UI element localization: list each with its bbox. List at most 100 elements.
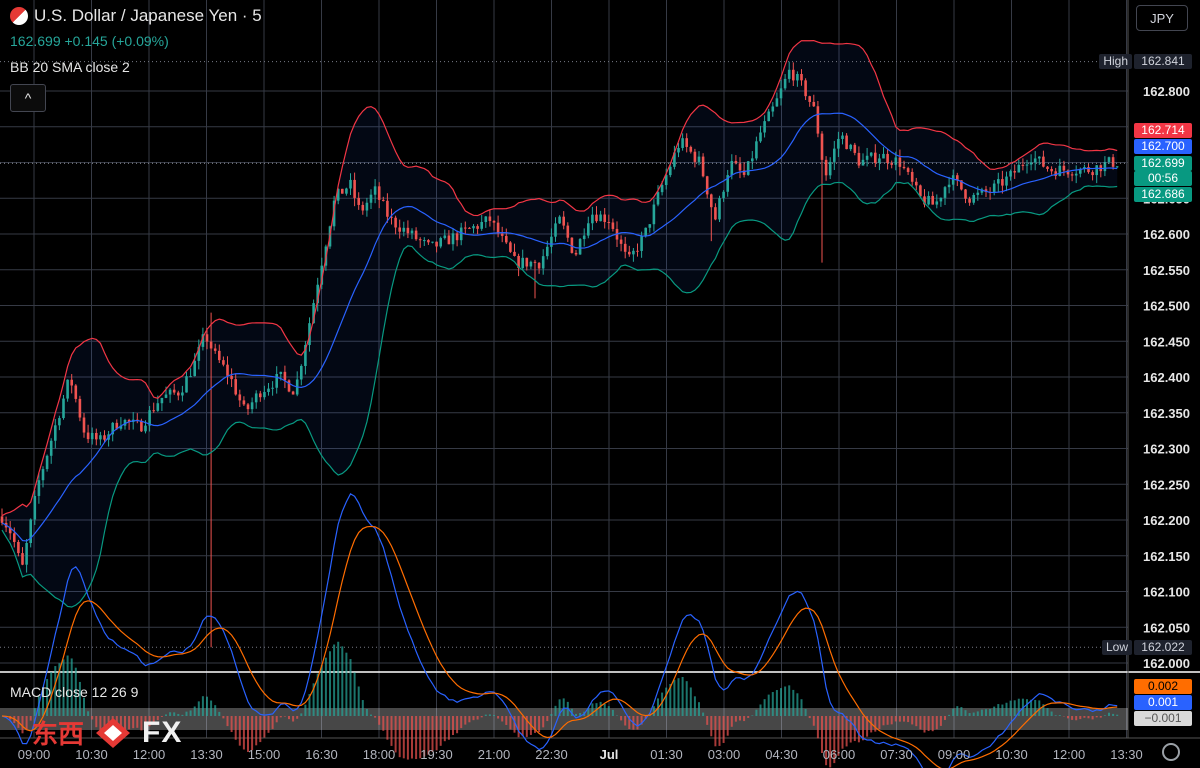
candle-body xyxy=(599,214,602,222)
candle-body xyxy=(414,230,418,240)
candle-body xyxy=(591,214,594,224)
candle-body xyxy=(62,398,65,419)
candle-body xyxy=(714,207,717,220)
low-value-tag: 162.022 xyxy=(1134,640,1192,655)
candle-body xyxy=(90,432,94,440)
symbol-title[interactable]: U.S. Dollar / Japanese Yen · 5 xyxy=(10,6,262,26)
candle-body xyxy=(1042,156,1045,167)
candle-body xyxy=(697,156,701,162)
candle-body xyxy=(915,181,918,186)
candle-body xyxy=(140,420,143,432)
candle-body xyxy=(546,246,549,257)
time-tick-label: 10:30 xyxy=(995,747,1028,762)
candle-body xyxy=(488,216,492,221)
candle-body xyxy=(845,135,848,150)
candle-body xyxy=(951,175,955,185)
time-tick-label: Jul xyxy=(600,747,619,762)
candle-body xyxy=(554,223,557,237)
candle-body xyxy=(869,152,873,156)
candle-body xyxy=(287,380,291,392)
candle-body xyxy=(816,106,820,134)
candle-body xyxy=(562,216,565,226)
candle-body xyxy=(25,543,28,565)
candle-body xyxy=(681,138,684,148)
candle-body xyxy=(205,334,209,342)
candle-body xyxy=(361,204,365,211)
candle-body xyxy=(1021,164,1025,166)
candle-body xyxy=(771,106,775,112)
candle-body xyxy=(587,223,590,236)
candle-body xyxy=(857,152,861,166)
candle-body xyxy=(648,224,652,228)
candle-body xyxy=(906,168,910,172)
candle-body xyxy=(238,394,242,401)
candle-body xyxy=(718,198,721,220)
candle-body xyxy=(796,74,799,81)
candle-body xyxy=(99,435,102,440)
candle-body xyxy=(275,374,278,388)
candle-body xyxy=(152,410,155,412)
candle-body xyxy=(17,541,20,554)
candle-body xyxy=(1001,179,1004,186)
candle-body xyxy=(439,238,442,247)
candle-body xyxy=(37,480,41,496)
candle-body xyxy=(812,101,816,107)
candle-body xyxy=(1111,157,1115,167)
candle-body xyxy=(74,385,78,399)
candle-body xyxy=(177,392,180,396)
candle-body xyxy=(283,371,287,381)
candle-body xyxy=(853,144,857,153)
macd-indicator-label[interactable]: MACD close 12 26 9 xyxy=(10,684,138,700)
candle-body xyxy=(181,392,184,396)
countdown-tag: 00:56 xyxy=(1134,171,1192,186)
candle-body xyxy=(250,402,254,410)
candle-body xyxy=(804,80,807,97)
settings-gear-icon[interactable] xyxy=(1162,743,1180,761)
candle-body xyxy=(13,533,16,542)
candle-body xyxy=(574,252,578,255)
price-quote: 162.699 +0.145 (+0.09%) xyxy=(10,33,169,49)
candle-body xyxy=(1005,176,1008,186)
candle-body xyxy=(156,403,160,411)
currency-selector[interactable]: JPY xyxy=(1136,5,1188,31)
price-tick-label: 162.200 xyxy=(1143,513,1190,528)
candle-body xyxy=(828,161,832,176)
candle-body xyxy=(1058,165,1062,176)
candle-body xyxy=(242,400,246,405)
candle-body xyxy=(976,192,980,195)
candle-body xyxy=(246,404,250,410)
candle-body xyxy=(656,192,660,205)
bb-upper-tag: 162.714 xyxy=(1134,123,1192,138)
candle-body xyxy=(509,242,512,252)
candle-body xyxy=(529,261,533,267)
candle-body xyxy=(837,138,840,149)
candle-body xyxy=(505,235,508,243)
candle-body xyxy=(267,388,270,392)
price-tick-label: 162.250 xyxy=(1143,477,1190,492)
candle-body xyxy=(172,389,176,393)
candle-body xyxy=(345,188,348,194)
candle-body xyxy=(435,241,438,247)
candle-body xyxy=(54,425,57,441)
candle-body xyxy=(1009,171,1012,177)
candle-body xyxy=(103,435,106,440)
candle-body xyxy=(558,216,561,224)
candle-body xyxy=(595,214,598,222)
candle-body xyxy=(669,166,672,176)
candle-body xyxy=(623,243,627,252)
chart-canvas[interactable]: 162.800162.750162.700162.650162.600162.5… xyxy=(0,0,1200,768)
candle-body xyxy=(693,151,697,162)
price-tick-label: 162.100 xyxy=(1143,585,1190,600)
candle-body xyxy=(640,235,643,251)
last-price-tag: 162.699 xyxy=(1134,156,1192,171)
candle-body xyxy=(1115,166,1119,168)
bb-indicator-label[interactable]: BB 20 SMA close 2 xyxy=(10,59,130,75)
candle-body xyxy=(58,418,61,426)
candle-body xyxy=(943,187,947,198)
price-tick-label: 162.150 xyxy=(1143,549,1190,564)
collapse-button[interactable]: ^ xyxy=(10,84,46,112)
time-tick-label: 19:30 xyxy=(420,747,453,762)
low-label: Low xyxy=(1101,640,1132,655)
bollinger-band-lines xyxy=(1,39,1118,608)
candle-body xyxy=(357,197,360,205)
